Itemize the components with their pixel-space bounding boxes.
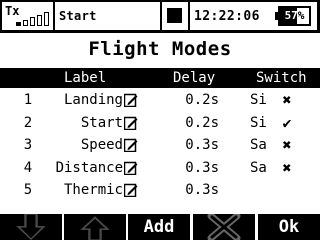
model-name-box: Start	[55, 2, 160, 30]
row-label: Distance	[55, 159, 123, 176]
edit-pencil-icon[interactable]	[124, 93, 138, 107]
row-state-icon: ✔	[282, 113, 292, 132]
row-index: 4	[23, 159, 33, 176]
battery-percent: 57%	[284, 9, 305, 22]
arrow-down-icon	[16, 214, 46, 240]
column-header-delay: Delay	[173, 70, 216, 86]
row-label: Start	[80, 114, 123, 131]
column-header-label: Label	[64, 70, 107, 86]
row-switch[interactable]: Si	[250, 112, 267, 134]
row-switch[interactable]: Sa	[250, 157, 267, 179]
row-switch[interactable]: Si	[250, 89, 267, 111]
row-delay[interactable]: 0.3s	[185, 134, 219, 156]
stop-square-icon	[167, 8, 182, 23]
ok-button[interactable]: Ok	[258, 214, 320, 240]
clock-time: 12:22:06	[194, 9, 260, 24]
row-index: 2	[23, 114, 33, 131]
tx-signal-indicator: Tx	[2, 2, 53, 30]
page-title: Flight Modes	[88, 38, 232, 60]
delete-button[interactable]	[193, 214, 255, 240]
flight-mode-row[interactable]: 5 Thermic 0.3s	[0, 179, 320, 202]
signal-bar	[30, 17, 35, 26]
signal-bar	[23, 20, 28, 26]
row-delay[interactable]: 0.3s	[185, 179, 219, 201]
row-switch[interactable]: Sa	[250, 134, 267, 156]
arrow-up-icon	[80, 216, 110, 240]
signal-bar	[44, 12, 49, 26]
row-delay[interactable]: 0.2s	[185, 112, 219, 134]
row-label: Thermic	[63, 182, 123, 198]
flight-mode-row[interactable]: 2 Start 0.2s Si ✔	[0, 112, 320, 135]
edit-pencil-icon[interactable]	[124, 138, 138, 152]
bottom-button-bar: Add Ok	[0, 214, 320, 240]
model-name: Start	[59, 9, 97, 23]
row-label: Landing	[63, 92, 123, 108]
battery-nub	[275, 12, 278, 20]
row-index: 5	[23, 182, 33, 198]
flight-mode-row[interactable]: 4 Distance 0.3s Sa ✖	[0, 157, 320, 180]
row-index: 1	[23, 92, 33, 108]
flight-mode-row[interactable]: 3 Speed 0.3s Sa ✖	[0, 134, 320, 157]
flight-mode-row[interactable]: 1 Landing 0.2s Si ✖	[0, 89, 320, 112]
status-bar: Tx Start 12:22:06 57%	[0, 0, 320, 33]
clock-battery-box: 12:22:06 57%	[190, 2, 317, 30]
move-down-button[interactable]	[0, 214, 62, 240]
column-header-switch: Switch	[256, 70, 307, 86]
row-label: Speed	[80, 137, 123, 153]
row-state-icon: ✖	[282, 158, 292, 177]
delete-x-icon	[207, 214, 241, 240]
table-header: Label Delay Switch	[0, 68, 320, 88]
edit-pencil-icon[interactable]	[124, 116, 138, 130]
edit-pencil-icon[interactable]	[124, 161, 138, 175]
row-delay[interactable]: 0.2s	[185, 89, 219, 111]
row-delay[interactable]: 0.3s	[185, 157, 219, 179]
signal-bars-icon	[16, 12, 50, 26]
signal-bar	[37, 15, 42, 26]
flight-mode-list: 1 Landing 0.2s Si ✖ 2 Start 0.2s Si ✔ 3 …	[0, 89, 320, 202]
record-indicator	[162, 2, 188, 30]
add-button[interactable]: Add	[128, 214, 190, 240]
row-state-icon: ✖	[282, 91, 292, 109]
move-up-button[interactable]	[64, 214, 126, 240]
signal-bar	[16, 22, 21, 26]
battery-icon: 57%	[278, 6, 311, 26]
row-index: 3	[23, 137, 33, 153]
edit-pencil-icon[interactable]	[124, 183, 138, 197]
row-state-icon: ✖	[282, 136, 292, 154]
